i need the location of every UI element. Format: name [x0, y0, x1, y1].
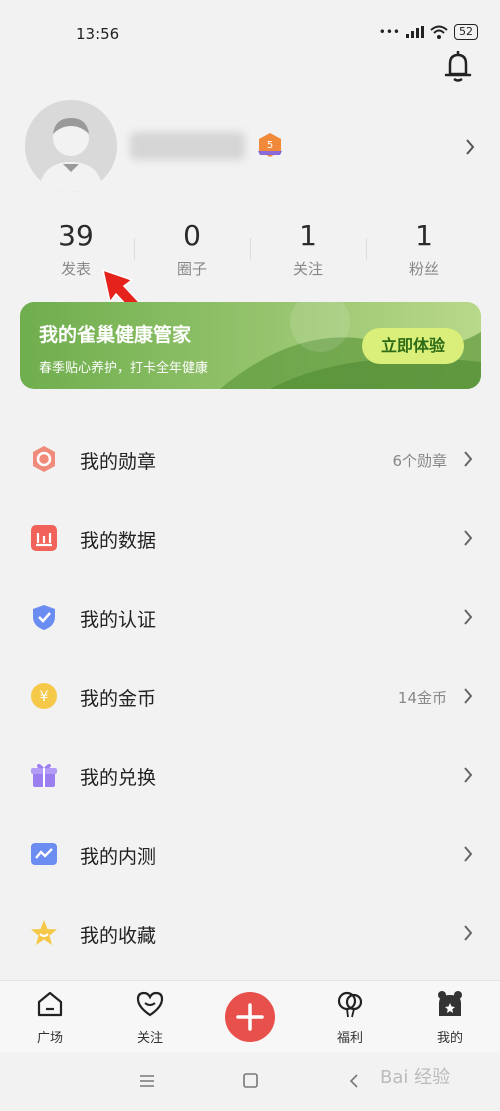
- menu-label: 我的勋章: [80, 451, 157, 473]
- menu-item-exchange[interactable]: 我的兑换: [0, 736, 500, 815]
- tab-label: 福利: [336, 1031, 363, 1046]
- plus-icon: [236, 1003, 264, 1031]
- stat-number: 0: [183, 219, 201, 252]
- chevron-right-icon: [464, 767, 473, 783]
- menu-item-coins[interactable]: ¥ 我的金币 14金币: [0, 657, 500, 736]
- chevron-right-icon: [464, 530, 473, 546]
- try-now-button[interactable]: 立即体验: [362, 328, 464, 364]
- banner-title: 我的雀巢健康管家: [39, 324, 192, 346]
- stat-number: 1: [415, 219, 433, 252]
- chevron-right-icon: [464, 846, 473, 862]
- profile-header[interactable]: 5: [0, 98, 500, 194]
- tab-label: 我的: [436, 1031, 463, 1046]
- level-number: 5: [267, 140, 273, 151]
- chevron-right-icon: [464, 688, 473, 704]
- home-square-icon[interactable]: [243, 1073, 258, 1088]
- tab-square[interactable]: 广场: [20, 989, 80, 1046]
- menu-label: 我的认证: [80, 609, 157, 631]
- menu-item-data[interactable]: 我的数据: [0, 499, 500, 578]
- balloon-icon: [337, 991, 363, 1018]
- menu-label: 我的数据: [80, 530, 157, 552]
- gift-icon: [31, 763, 57, 787]
- wifi-icon: [430, 25, 448, 39]
- stat-number: 39: [58, 219, 94, 252]
- star-icon: [31, 920, 57, 945]
- menu-label: 我的兑换: [80, 767, 157, 789]
- heart-icon: [136, 991, 164, 1017]
- tab-label: 关注: [136, 1031, 163, 1046]
- shield-check-icon: [33, 605, 55, 630]
- menu-item-certification[interactable]: 我的认证: [0, 578, 500, 657]
- menu-label: 我的金币: [80, 688, 157, 710]
- signal-icon: [406, 26, 424, 38]
- tab-mine[interactable]: 我的: [420, 989, 480, 1046]
- menu-item-beta[interactable]: 我的内测: [0, 815, 500, 894]
- menu-label: 我的内测: [80, 846, 157, 868]
- back-icon[interactable]: [349, 1073, 359, 1089]
- level-badge-icon: 5: [258, 133, 282, 157]
- menu-value: 6个勋章: [392, 452, 447, 470]
- menu-label: 我的收藏: [80, 925, 157, 947]
- battery-indicator: 52: [454, 24, 478, 40]
- menu-lines-icon[interactable]: [139, 1074, 155, 1088]
- stat-number: 1: [299, 219, 317, 252]
- menu-value: 14金币: [397, 689, 447, 707]
- bell-icon[interactable]: [442, 48, 474, 84]
- nickname-blurred: [130, 132, 245, 160]
- stat-following[interactable]: 1 关注: [250, 218, 366, 279]
- tab-label: 广场: [36, 1031, 63, 1046]
- chevron-right-icon: [464, 451, 473, 467]
- menu-item-favorites[interactable]: 我的收藏: [0, 894, 500, 973]
- divider: [250, 238, 251, 260]
- menu-item-badges[interactable]: 我的勋章 6个勋章: [0, 420, 500, 499]
- svg-text:¥: ¥: [40, 689, 49, 705]
- divider: [134, 238, 135, 260]
- tab-follow[interactable]: 关注: [120, 989, 180, 1046]
- trend-icon: [31, 843, 57, 865]
- avatar[interactable]: [25, 100, 117, 192]
- chevron-right-icon: [464, 609, 473, 625]
- bear-icon: [438, 991, 462, 1016]
- publish-button[interactable]: [225, 992, 275, 1042]
- status-time: 13:56: [76, 25, 120, 43]
- default-avatar-icon: [25, 100, 117, 192]
- badge-icon: [33, 446, 55, 472]
- stat-label: 粉丝: [408, 260, 439, 278]
- chevron-right-icon: [466, 139, 475, 155]
- status-icons: ••• 52: [379, 24, 478, 40]
- data-chart-icon: [31, 525, 57, 551]
- coin-icon: ¥: [31, 683, 57, 709]
- tab-welfare[interactable]: 福利: [320, 989, 380, 1046]
- stat-fans[interactable]: 1 粉丝: [366, 218, 482, 279]
- status-bar: 13:56 ••• 52: [0, 0, 500, 56]
- stat-label: 关注: [292, 260, 323, 278]
- watermark: Bai 经验: [380, 1067, 451, 1088]
- divider: [366, 238, 367, 260]
- health-banner[interactable]: 我的雀巢健康管家 春季贴心养护，打卡全年健康 立即体验: [20, 302, 481, 389]
- home-icon: [37, 991, 63, 1017]
- more-dots-icon: •••: [378, 25, 400, 39]
- chevron-right-icon: [464, 925, 473, 941]
- banner-subtitle: 春季贴心养护，打卡全年健康: [39, 361, 209, 376]
